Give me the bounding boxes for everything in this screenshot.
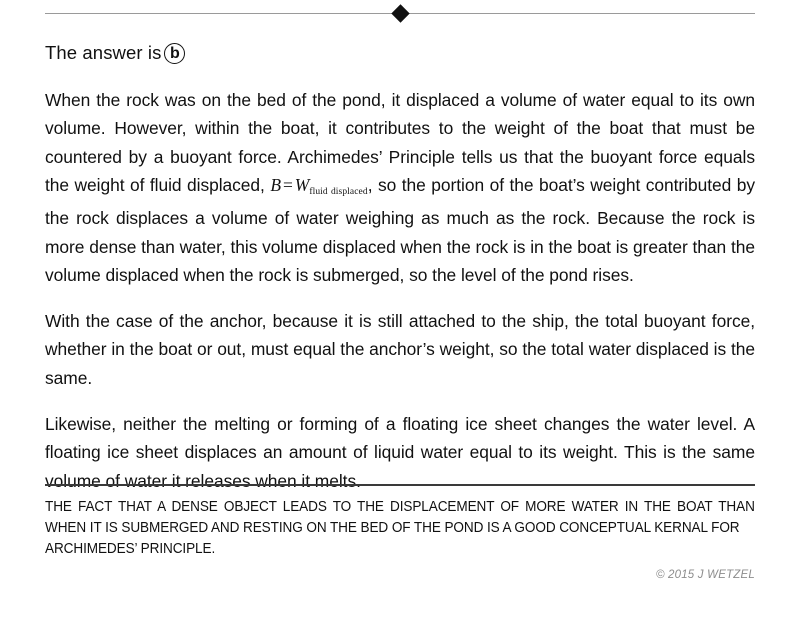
footer-note-main: THE FACT THAT A DENSE OBJECT LEADS TO TH… [45, 499, 755, 536]
bottom-horizontal-rule [45, 484, 755, 486]
answer-choice-badge: b [164, 42, 186, 64]
inline-equation: B = Wfluid displaced [270, 175, 368, 198]
equation-subscript: fluid displaced [309, 187, 368, 198]
paragraph-3: Likewise, neither the melting or forming… [45, 413, 755, 491]
paragraph-2: With the case of the anchor, because it … [45, 310, 755, 388]
footer-note-last-line: ARCHIMEDES’ PRINCIPLE. [45, 541, 216, 557]
footer-note: THE FACT THAT A DENSE OBJECT LEADS TO TH… [45, 497, 755, 560]
document-page: The answer is b When the rock was on the … [0, 0, 800, 617]
equation-lhs: B [270, 175, 281, 196]
equation-operator: = [282, 175, 293, 196]
top-divider [45, 0, 755, 42]
equation-rhs: Wfluid displaced [294, 175, 368, 198]
copyright-notice: © 2015 J WETZEL [655, 569, 755, 581]
footer: THE FACT THAT A DENSE OBJECT LEADS TO TH… [45, 484, 755, 581]
answer-line: The answer is b [45, 42, 755, 64]
diamond-ornament-icon [390, 3, 410, 23]
answer-prefix-label: The answer is [45, 41, 162, 63]
body-content: When the rock was on the bed of the pond… [45, 86, 755, 496]
paragraph-1: When the rock was on the bed of the pond… [45, 89, 755, 286]
